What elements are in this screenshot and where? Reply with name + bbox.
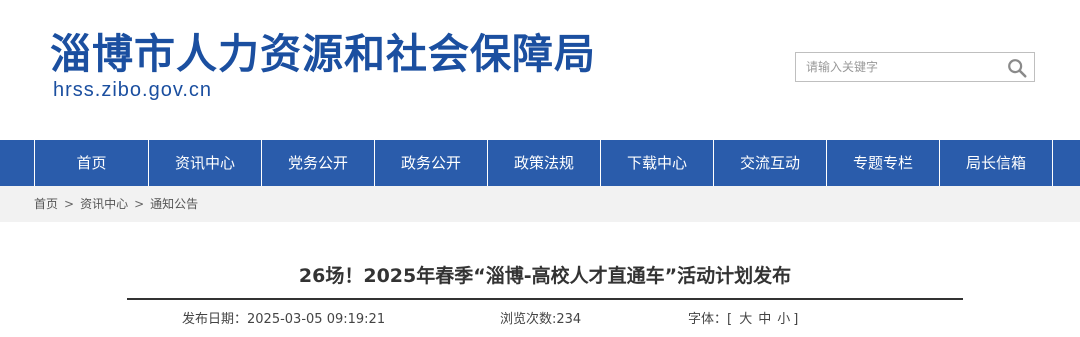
nav-item-policies[interactable]: 政策法规 <box>488 140 601 186</box>
publish-date-label: 发布日期： <box>182 312 248 327</box>
nav-item-party-affairs[interactable]: 党务公开 <box>262 140 375 186</box>
breadcrumb-home[interactable]: 首页 <box>34 197 58 211</box>
publish-date: 发布日期：2025-03-05 09:19:21 <box>182 311 385 329</box>
view-count-label: 浏览次数: <box>500 312 557 327</box>
breadcrumb-notices[interactable]: 通知公告 <box>150 197 198 211</box>
font-size-open-bracket: [ <box>727 312 733 327</box>
breadcrumb-separator: > <box>64 197 75 211</box>
search-icon[interactable] <box>1006 57 1028 79</box>
nav-item-home[interactable]: 首页 <box>35 140 149 186</box>
article-title: 26场！2025年春季“淄博-高校人才直通车”活动计划发布 <box>298 265 792 287</box>
publish-date-value: 2025-03-05 09:19:21 <box>247 312 386 327</box>
breadcrumb-news-center[interactable]: 资讯中心 <box>80 197 128 211</box>
nav-item-government-affairs[interactable]: 政务公开 <box>375 140 488 186</box>
font-size-large[interactable]: 大 <box>739 312 752 327</box>
font-size-label: 字体： <box>688 312 728 327</box>
main-nav-items: 首页 资讯中心 党务公开 政务公开 政策法规 下载中心 交流互动 专题专栏 局长… <box>34 140 1053 186</box>
nav-item-interaction[interactable]: 交流互动 <box>714 140 827 186</box>
nav-item-downloads[interactable]: 下载中心 <box>601 140 714 186</box>
site-name[interactable]: 淄博市人力资源和社会保障局 <box>50 28 596 80</box>
breadcrumb-separator: > <box>134 197 145 211</box>
breadcrumb: 首页 > 资讯中心 > 通知公告 <box>34 186 198 222</box>
title-divider <box>127 298 963 300</box>
site-domain: hrss.zibo.gov.cn <box>53 79 213 101</box>
view-count-value: 234 <box>556 312 582 327</box>
search-input[interactable] <box>796 53 1006 81</box>
nav-item-special-topics[interactable]: 专题专栏 <box>827 140 940 186</box>
view-count: 浏览次数:234 <box>500 311 581 329</box>
site-header: 淄博市人力资源和社会保障局 hrss.zibo.gov.cn <box>0 0 1080 140</box>
nav-item-news-center[interactable]: 资讯中心 <box>149 140 262 186</box>
font-size-medium[interactable]: 中 <box>758 312 771 327</box>
font-size-small[interactable]: 小 <box>777 312 790 327</box>
nav-item-director-mailbox[interactable]: 局长信箱 <box>940 140 1053 186</box>
breadcrumb-bar: 首页 > 资讯中心 > 通知公告 <box>0 186 1080 222</box>
main-nav: 首页 资讯中心 党务公开 政务公开 政策法规 下载中心 交流互动 专题专栏 局长… <box>0 140 1080 186</box>
search-box <box>795 52 1035 82</box>
font-size-close-bracket: ] <box>793 312 799 327</box>
font-size-control: 字体：[ 大中小] <box>688 311 798 329</box>
